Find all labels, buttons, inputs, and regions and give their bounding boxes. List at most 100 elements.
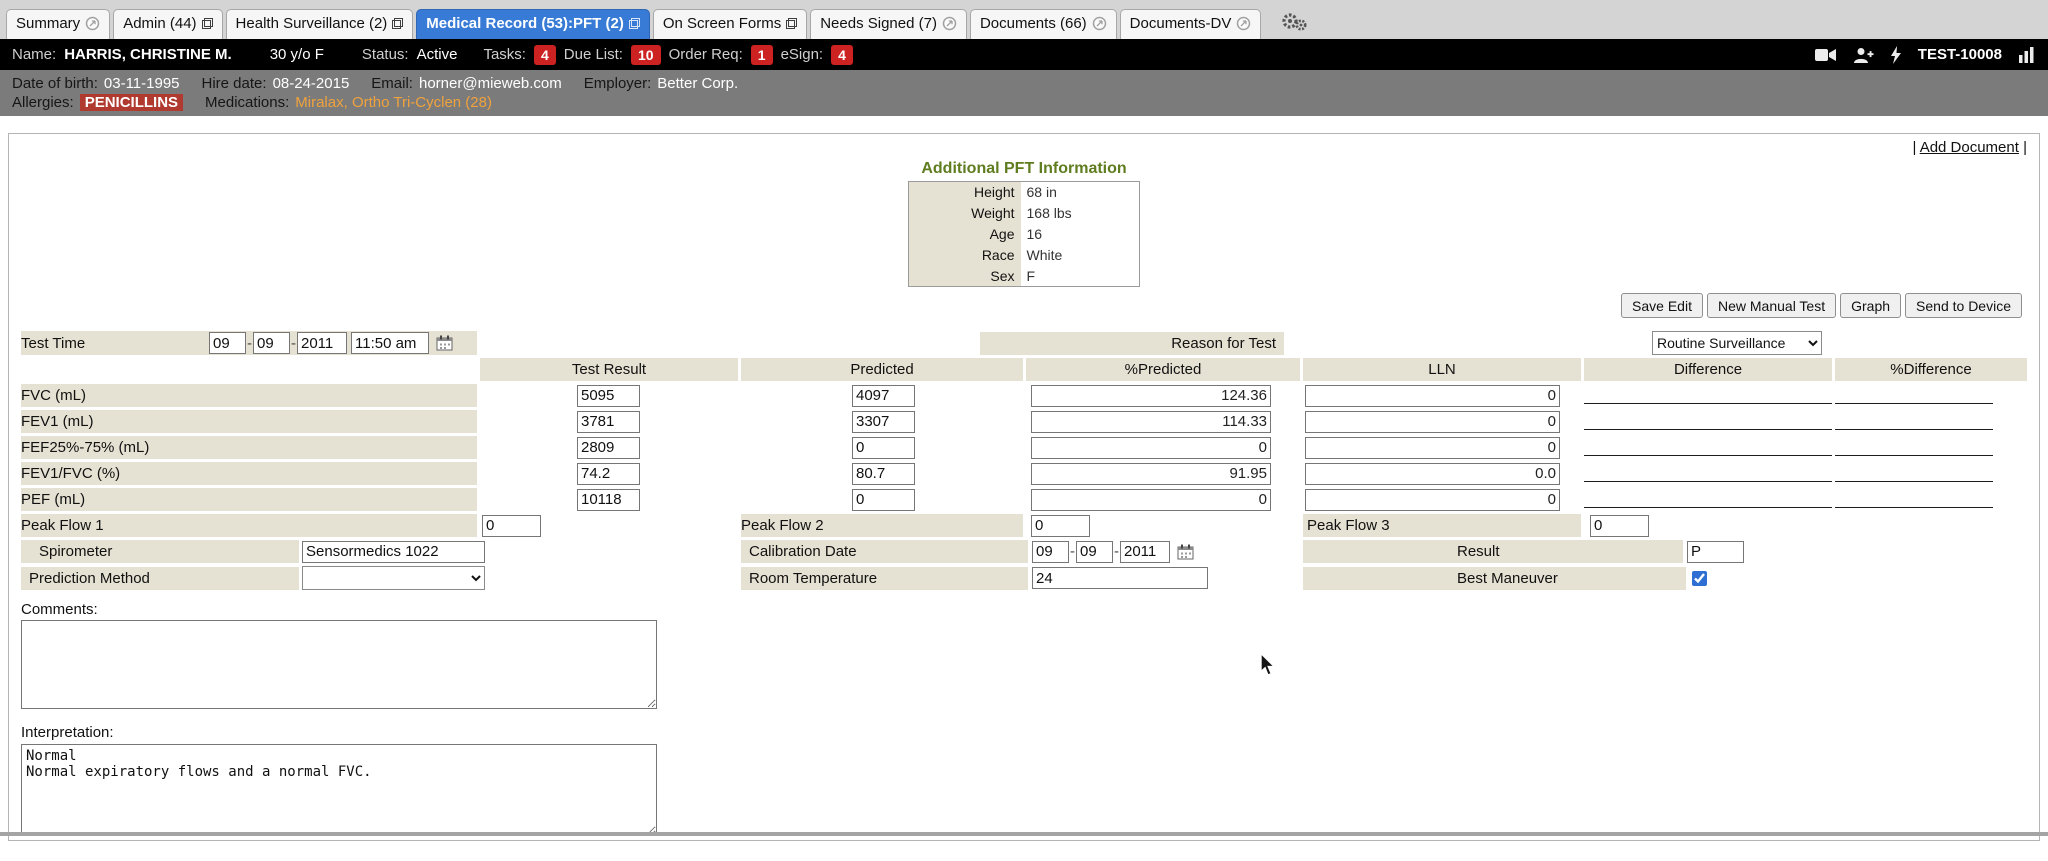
save-edit-button[interactable]: Save Edit bbox=[1621, 293, 1703, 318]
video-camera-icon[interactable] bbox=[1815, 47, 1837, 63]
popout-circle-icon[interactable] bbox=[1092, 16, 1107, 31]
tab-on-screen-forms[interactable]: On Screen Forms bbox=[653, 9, 807, 39]
graph-button[interactable]: Graph bbox=[1840, 293, 1901, 318]
peak-flow-3-input[interactable] bbox=[1590, 515, 1649, 537]
tab-label: Needs Signed (7) bbox=[820, 15, 937, 32]
fev1-pct-difference-blank bbox=[1835, 413, 1993, 430]
room-temperature-input[interactable] bbox=[1032, 567, 1208, 589]
additional-pft-info-table: Height 68 in Weight 168 lbs Age 16 Race … bbox=[908, 181, 1140, 287]
new-manual-test-button[interactable]: New Manual Test bbox=[1707, 293, 1836, 318]
tab-needs-signed[interactable]: Needs Signed (7) bbox=[810, 9, 967, 39]
fev1fvc-pct-predicted-input[interactable] bbox=[1031, 463, 1271, 485]
reason-for-test-select[interactable]: Routine Surveillance bbox=[1652, 331, 1822, 355]
fvc-difference-blank bbox=[1584, 387, 1832, 404]
additional-pft-info-title: Additional PFT Information bbox=[908, 160, 1140, 178]
pef-test-result-input[interactable] bbox=[577, 489, 640, 511]
popout-circle-icon[interactable] bbox=[942, 16, 957, 31]
fef-predicted-input[interactable] bbox=[852, 437, 915, 459]
calibration-month-input[interactable] bbox=[1032, 541, 1069, 563]
employer-value: Better Corp. bbox=[657, 75, 738, 92]
fef-lln-input[interactable] bbox=[1305, 437, 1560, 459]
calendar-icon[interactable] bbox=[1177, 544, 1194, 560]
age-value: 16 bbox=[1021, 224, 1140, 245]
peak-flow-1-input[interactable] bbox=[482, 515, 541, 537]
peak-flow-3-label: Peak Flow 3 bbox=[1303, 514, 1581, 537]
esign-badge[interactable]: 4 bbox=[831, 45, 853, 65]
calibration-date-label: Calibration Date bbox=[741, 540, 1028, 563]
test-month-input[interactable] bbox=[209, 332, 246, 354]
tab-summary[interactable]: Summary bbox=[6, 9, 110, 39]
peak-flow-1-label: Peak Flow 1 bbox=[21, 514, 477, 537]
fvc-lln-input[interactable] bbox=[1305, 385, 1560, 407]
tab-admin[interactable]: Admin (44) bbox=[113, 9, 222, 39]
add-document-row: | Add Document | bbox=[1912, 139, 2027, 156]
mini-window-icon bbox=[629, 18, 640, 29]
medications-value[interactable]: Miralax, Ortho Tri-Cyclen (28) bbox=[295, 94, 492, 111]
send-to-device-button[interactable]: Send to Device bbox=[1905, 293, 2022, 318]
tab-documents-dv[interactable]: Documents-DV bbox=[1120, 9, 1262, 39]
fev1-pct-predicted-input[interactable] bbox=[1031, 411, 1271, 433]
tasks-label: Tasks: bbox=[483, 46, 526, 63]
tab-medical-record[interactable]: Medical Record (53):PFT (2) bbox=[416, 9, 650, 39]
fev1-test-result-input[interactable] bbox=[577, 411, 640, 433]
divider: | bbox=[2023, 139, 2027, 156]
peak-flow-2-input[interactable] bbox=[1031, 515, 1090, 537]
calendar-icon[interactable] bbox=[436, 335, 453, 351]
spirometer-input[interactable] bbox=[302, 541, 485, 563]
fev1fvc-test-result-input[interactable] bbox=[577, 463, 640, 485]
fev1-lln-input[interactable] bbox=[1305, 411, 1560, 433]
popout-circle-icon[interactable] bbox=[1236, 16, 1251, 31]
fev1fvc-lln-input[interactable] bbox=[1305, 463, 1560, 485]
test-clock-time-input[interactable] bbox=[351, 332, 429, 354]
tab-label: Documents (66) bbox=[980, 15, 1087, 32]
tasks-badge[interactable]: 4 bbox=[534, 45, 556, 65]
test-day-input[interactable] bbox=[253, 332, 290, 354]
result-input[interactable] bbox=[1687, 541, 1744, 563]
fef-pct-predicted-input[interactable] bbox=[1031, 437, 1271, 459]
settings-gears-icon[interactable] bbox=[1280, 11, 1308, 33]
row-label: FVC (mL) bbox=[21, 384, 477, 407]
comments-section: Comments: bbox=[21, 601, 2039, 713]
add-person-icon[interactable] bbox=[1853, 47, 1874, 63]
fev1-predicted-input[interactable] bbox=[852, 411, 915, 433]
patient-name: HARRIS, CHRISTINE M. bbox=[64, 46, 232, 63]
add-document-link[interactable]: Add Document bbox=[1920, 139, 2019, 156]
fef-test-result-input[interactable] bbox=[577, 437, 640, 459]
fef-pct-difference-blank bbox=[1835, 439, 1993, 456]
result-label: Result bbox=[1303, 540, 1683, 563]
email-value[interactable]: horner@mieweb.com bbox=[419, 75, 562, 92]
fvc-predicted-input[interactable] bbox=[852, 385, 915, 407]
comments-textarea[interactable] bbox=[21, 620, 657, 709]
allergy-chip[interactable]: PENICILLINS bbox=[80, 94, 183, 111]
fvc-pct-predicted-input[interactable] bbox=[1031, 385, 1271, 407]
pft-row-pef: PEF (mL) bbox=[21, 488, 2027, 511]
fvc-pct-difference-blank bbox=[1835, 387, 1993, 404]
interpretation-label: Interpretation: bbox=[21, 724, 2039, 741]
order-req-badge[interactable]: 1 bbox=[751, 45, 773, 65]
calibration-day-input[interactable] bbox=[1076, 541, 1113, 563]
pef-pct-predicted-input[interactable] bbox=[1031, 489, 1271, 511]
calibration-year-input[interactable] bbox=[1120, 541, 1170, 563]
best-maneuver-checkbox[interactable] bbox=[1692, 571, 1707, 586]
dob-label: Date of birth: bbox=[12, 75, 98, 92]
fev1fvc-predicted-input[interactable] bbox=[852, 463, 915, 485]
mini-window-icon bbox=[392, 18, 403, 29]
tab-documents[interactable]: Documents (66) bbox=[970, 9, 1117, 39]
hire-date-value: 08-24-2015 bbox=[273, 75, 350, 92]
pef-predicted-input[interactable] bbox=[852, 489, 915, 511]
pef-lln-input[interactable] bbox=[1305, 489, 1560, 511]
weight-label: Weight bbox=[909, 203, 1021, 224]
pft-row-fvc: FVC (mL) bbox=[21, 384, 2027, 407]
lightning-bolt-icon[interactable] bbox=[1890, 46, 1902, 64]
row-label: FEV1/FVC (%) bbox=[21, 462, 477, 485]
test-year-input[interactable] bbox=[297, 332, 347, 354]
interpretation-textarea[interactable] bbox=[21, 744, 657, 836]
bar-chart-icon[interactable] bbox=[2018, 47, 2036, 63]
hire-date-label: Hire date: bbox=[202, 75, 267, 92]
fvc-test-result-input[interactable] bbox=[577, 385, 640, 407]
prediction-method-select[interactable] bbox=[302, 566, 485, 590]
tab-health-surveillance[interactable]: Health Surveillance (2) bbox=[226, 9, 414, 39]
race-label: Race bbox=[909, 245, 1021, 266]
popout-circle-icon[interactable] bbox=[85, 16, 100, 31]
due-list-badge[interactable]: 10 bbox=[631, 45, 661, 65]
